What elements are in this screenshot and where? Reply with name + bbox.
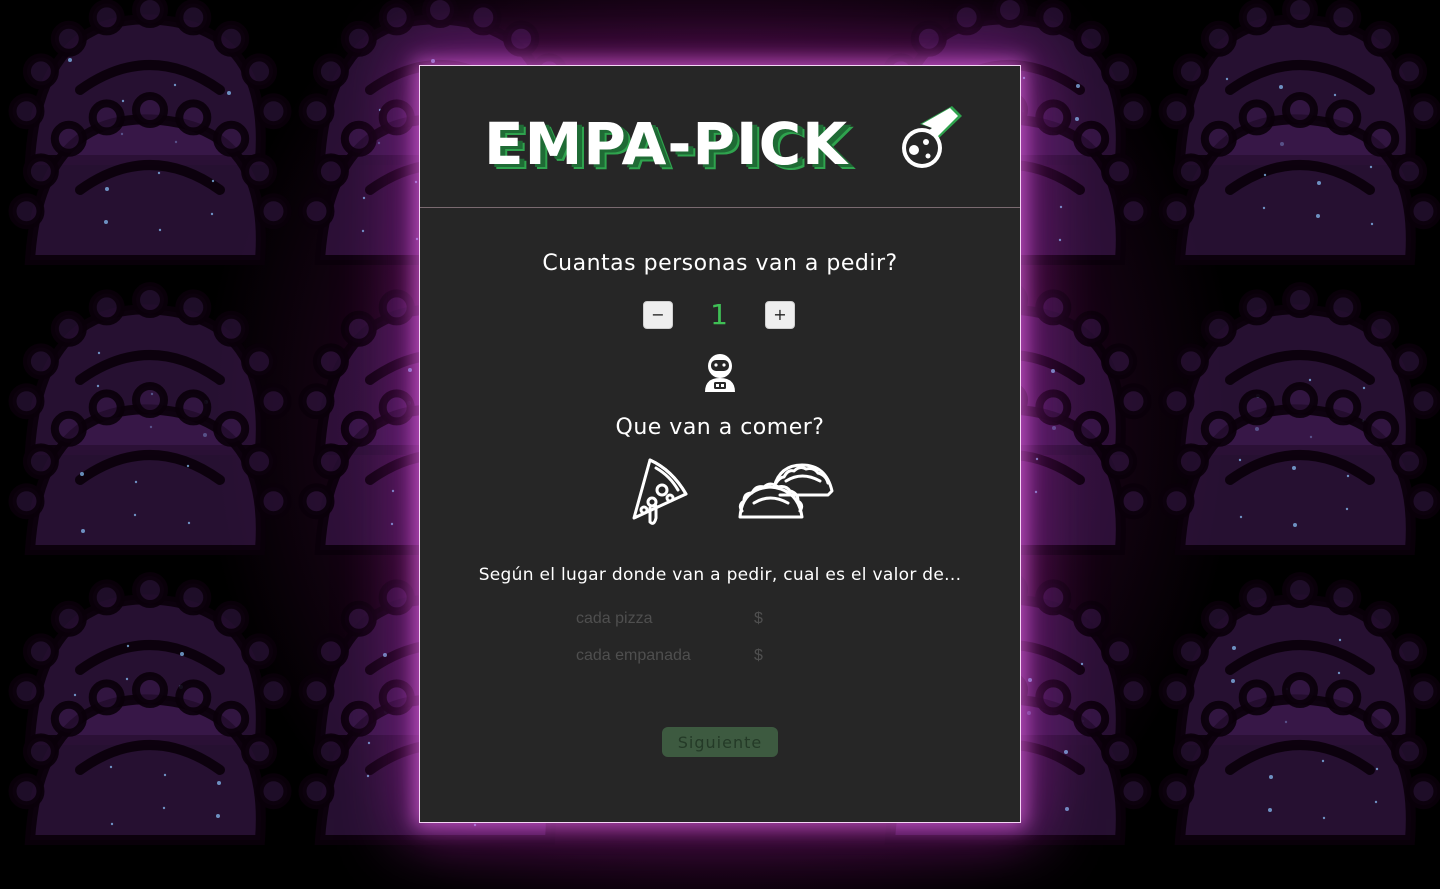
currency-sign: $ bbox=[754, 647, 763, 664]
people-stepper: − 1 + bbox=[643, 298, 798, 332]
header: EMPA-PICK bbox=[420, 66, 1020, 208]
currency-sign: $ bbox=[754, 610, 763, 627]
empanada-price-label: cada empanada bbox=[576, 647, 691, 664]
people-count: 1 bbox=[710, 298, 728, 331]
comet-logo-icon bbox=[902, 106, 962, 168]
astronaut-icon bbox=[705, 354, 735, 392]
empanada-icon[interactable] bbox=[736, 461, 836, 523]
decrement-button[interactable]: − bbox=[643, 301, 673, 329]
logo: EMPA-PICK bbox=[482, 100, 962, 180]
empanada-price-row: cada empanada $ bbox=[576, 645, 876, 671]
increment-button[interactable]: + bbox=[765, 301, 795, 329]
pizza-price-input[interactable] bbox=[768, 608, 862, 632]
main-card: EMPA-PICK Cuantas personas van a pedir? … bbox=[419, 65, 1021, 823]
empanada-price-input[interactable] bbox=[768, 645, 862, 669]
price-prompt: Según el lugar donde van a pedir, cual e… bbox=[478, 565, 962, 585]
next-button[interactable]: Siguiente bbox=[662, 727, 778, 757]
logo-text: EMPA-PICK bbox=[484, 110, 849, 178]
food-question: Que van a comer? bbox=[615, 415, 825, 440]
pizza-icon[interactable] bbox=[620, 456, 692, 528]
pizza-price-row: cada pizza $ bbox=[576, 608, 876, 634]
people-question: Cuantas personas van a pedir? bbox=[542, 251, 898, 276]
pizza-price-label: cada pizza bbox=[576, 610, 653, 627]
